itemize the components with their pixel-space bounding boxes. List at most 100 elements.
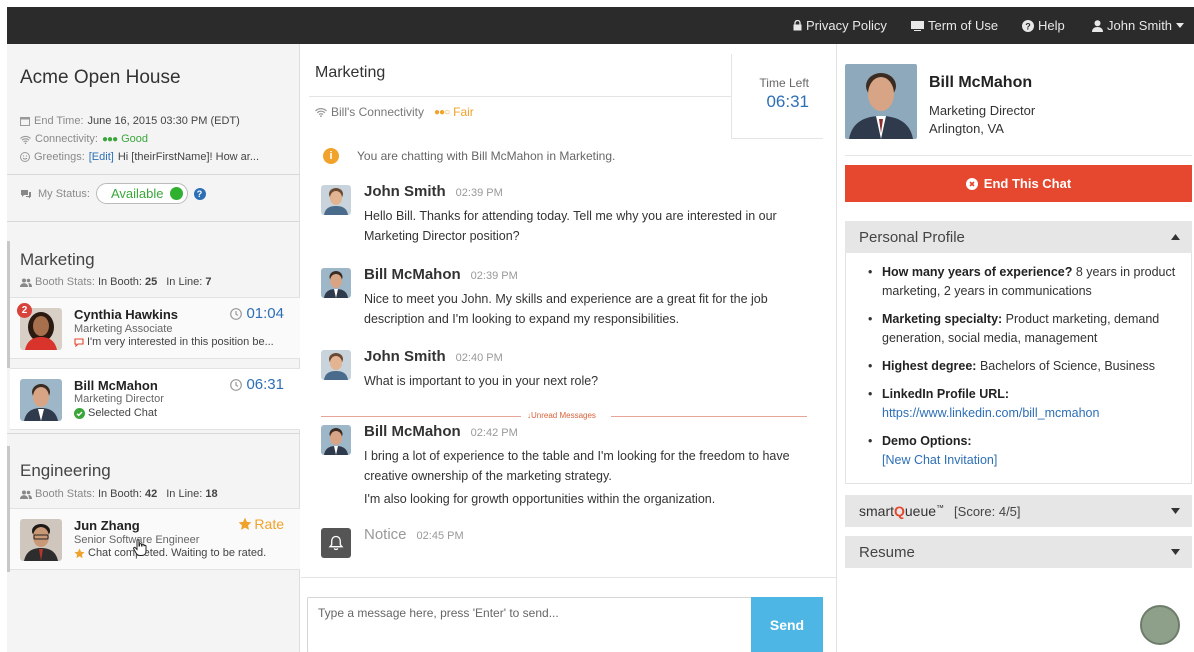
calendar-icon	[20, 117, 30, 126]
clock-icon	[230, 307, 243, 320]
divider	[845, 155, 1192, 156]
divider	[7, 433, 300, 434]
candidate-location: Arlington, VA	[929, 121, 1004, 136]
group-icon	[20, 278, 32, 287]
candidate-connectivity: Bill's Connectivity ●●○ Fair	[315, 105, 474, 119]
unread-count-badge: 2	[17, 303, 32, 318]
rate-candidate-link[interactable]: Rate	[238, 516, 284, 532]
chat-department-title: Marketing	[315, 64, 386, 81]
chat-bubbles-icon	[21, 189, 31, 198]
end-time-row: End Time: June 16, 2015 03:30 PM (EDT)	[20, 115, 240, 127]
booth-title: Engineering	[20, 461, 111, 480]
chat-timer: 06:31	[230, 376, 284, 393]
smartqueue-accordion[interactable]: smartQueue™ [Score: 4/5]	[845, 495, 1192, 527]
clock-icon	[230, 378, 243, 391]
booth-section-marketing: Marketing Booth Stats: In Booth: 25 In L…	[7, 241, 300, 368]
svg-text:?: ?	[1025, 21, 1031, 31]
hand-cursor-icon	[133, 539, 147, 556]
terms-of-use-link[interactable]: Term of Use	[911, 18, 998, 33]
help-link[interactable]: ? Help	[1022, 18, 1065, 33]
bell-icon	[321, 528, 351, 558]
greetings-row: Greetings: [Edit] Hi [theirFirstName]! H…	[20, 151, 259, 163]
time-left-box: Time Left 06:31	[731, 54, 823, 139]
chat-info-notice: i You are chatting with Bill McMahon in …	[323, 148, 615, 164]
time-left-value: 06:31	[766, 92, 809, 111]
monitor-icon	[911, 20, 924, 31]
close-circle-icon	[965, 177, 978, 190]
candidate-profile-panel: Bill McMahon Marketing Director Arlingto…	[838, 44, 1194, 652]
divider	[7, 221, 300, 222]
profile-item: Marketing specialty: Product marketing, …	[868, 310, 1178, 348]
caret-down-icon	[1171, 549, 1180, 555]
status-help-icon[interactable]: ?	[193, 187, 206, 200]
status-toggle[interactable]: Available	[95, 183, 188, 204]
personal-profile-accordion[interactable]: Personal Profile	[845, 221, 1192, 253]
avatar	[20, 379, 62, 421]
info-icon: i	[323, 148, 339, 164]
send-button[interactable]: Send	[751, 597, 823, 652]
profile-item: Highest degree: Bachelors of Science, Bu…	[868, 357, 1178, 376]
booth-stats: Booth Stats: In Booth: 42 In Line: 18	[20, 488, 218, 500]
chat-completed-status: Chat completed. Waiting to be rated.	[74, 547, 266, 559]
chat-timer: 01:04	[230, 305, 284, 322]
user-menu[interactable]: John Smith	[1092, 18, 1185, 33]
divider	[7, 174, 300, 175]
profile-item: LinkedIn Profile URL:https://www.linkedi…	[868, 385, 1178, 423]
caret-down-icon	[1171, 508, 1180, 514]
candidate-card-jun-zhang[interactable]: Jun Zhang Senior Software Engineer Chat …	[10, 508, 300, 570]
avatar	[321, 268, 351, 298]
connectivity-dots: ●●○	[434, 106, 450, 118]
candidate-title: Marketing Director	[929, 103, 1036, 118]
booth-title: Marketing	[20, 250, 95, 269]
booth-stats: Booth Stats: In Booth: 25 In Line: 7	[20, 276, 211, 288]
privacy-policy-link[interactable]: Privacy Policy	[793, 18, 887, 33]
left-sidebar: Acme Open House End Time: June 16, 2015 …	[7, 44, 300, 652]
profile-item: How many years of experience? 8 years in…	[868, 263, 1178, 301]
candidate-photo	[845, 64, 917, 139]
connectivity-row: Connectivity: ●●● Good	[20, 133, 148, 145]
message-input[interactable]	[308, 598, 753, 652]
wifi-icon	[20, 135, 31, 144]
booth-section-engineering: Engineering Booth Stats: In Booth: 42 In…	[7, 446, 300, 572]
smartqueue-score: [Score: 4/5]	[954, 503, 1021, 519]
avatar	[321, 185, 351, 215]
edit-greetings-link[interactable]: [Edit]	[89, 151, 114, 163]
chat-panel: Marketing Bill's Connectivity ●●○ Fair T…	[301, 44, 837, 652]
caret-up-icon	[1171, 234, 1180, 240]
wifi-icon	[315, 108, 327, 117]
end-chat-button[interactable]: End This Chat	[845, 165, 1192, 202]
avatar	[20, 519, 62, 561]
star-half-icon	[74, 548, 85, 558]
avatar	[321, 350, 351, 380]
connectivity-dots: ●●●	[101, 133, 118, 145]
smartqueue-logo: smartQueue™	[859, 503, 945, 519]
personal-profile-body: How many years of experience? 8 years in…	[845, 252, 1192, 484]
profile-item: Demo Options:[New Chat Invitation]	[868, 432, 1178, 470]
smile-icon	[20, 152, 30, 162]
chat-bubble-icon	[74, 337, 84, 347]
star-icon	[239, 517, 252, 530]
check-circle-icon	[74, 407, 85, 419]
group-icon	[20, 490, 32, 499]
unread-messages-divider: ↓Unread Messages	[321, 411, 807, 421]
candidate-name: Bill McMahon	[929, 74, 1033, 91]
caret-down-icon	[1176, 23, 1185, 28]
my-status-row: My Status: Available ?	[20, 183, 206, 204]
event-title: Acme Open House	[20, 67, 181, 88]
selected-chat-status: Selected Chat	[74, 407, 157, 419]
top-nav-bar: Privacy Policy Term of Use ? Help John S…	[7, 7, 1194, 44]
last-message-preview: I'm very interested in this position be.…	[74, 336, 274, 348]
status-indicator-dot	[169, 187, 183, 200]
user-icon	[1092, 19, 1103, 32]
resume-accordion[interactable]: Resume	[845, 536, 1192, 568]
floating-action-button[interactable]	[1140, 605, 1180, 645]
avatar	[321, 425, 351, 455]
message-composer: Send	[307, 597, 823, 652]
linkedin-link[interactable]: https://www.linkedin.com/bill_mcmahon	[882, 406, 1099, 420]
candidate-card-cynthia-hawkins[interactable]: 2 Cynthia Hawkins Marketing Associate I'…	[10, 297, 300, 359]
help-circle-icon: ?	[1022, 19, 1034, 32]
candidate-card-bill-mcmahon[interactable]: Bill McMahon Marketing Director Selected…	[10, 368, 300, 430]
divider	[301, 577, 837, 578]
lock-icon	[793, 20, 802, 31]
new-chat-invitation-link[interactable]: [New Chat Invitation]	[882, 453, 997, 467]
